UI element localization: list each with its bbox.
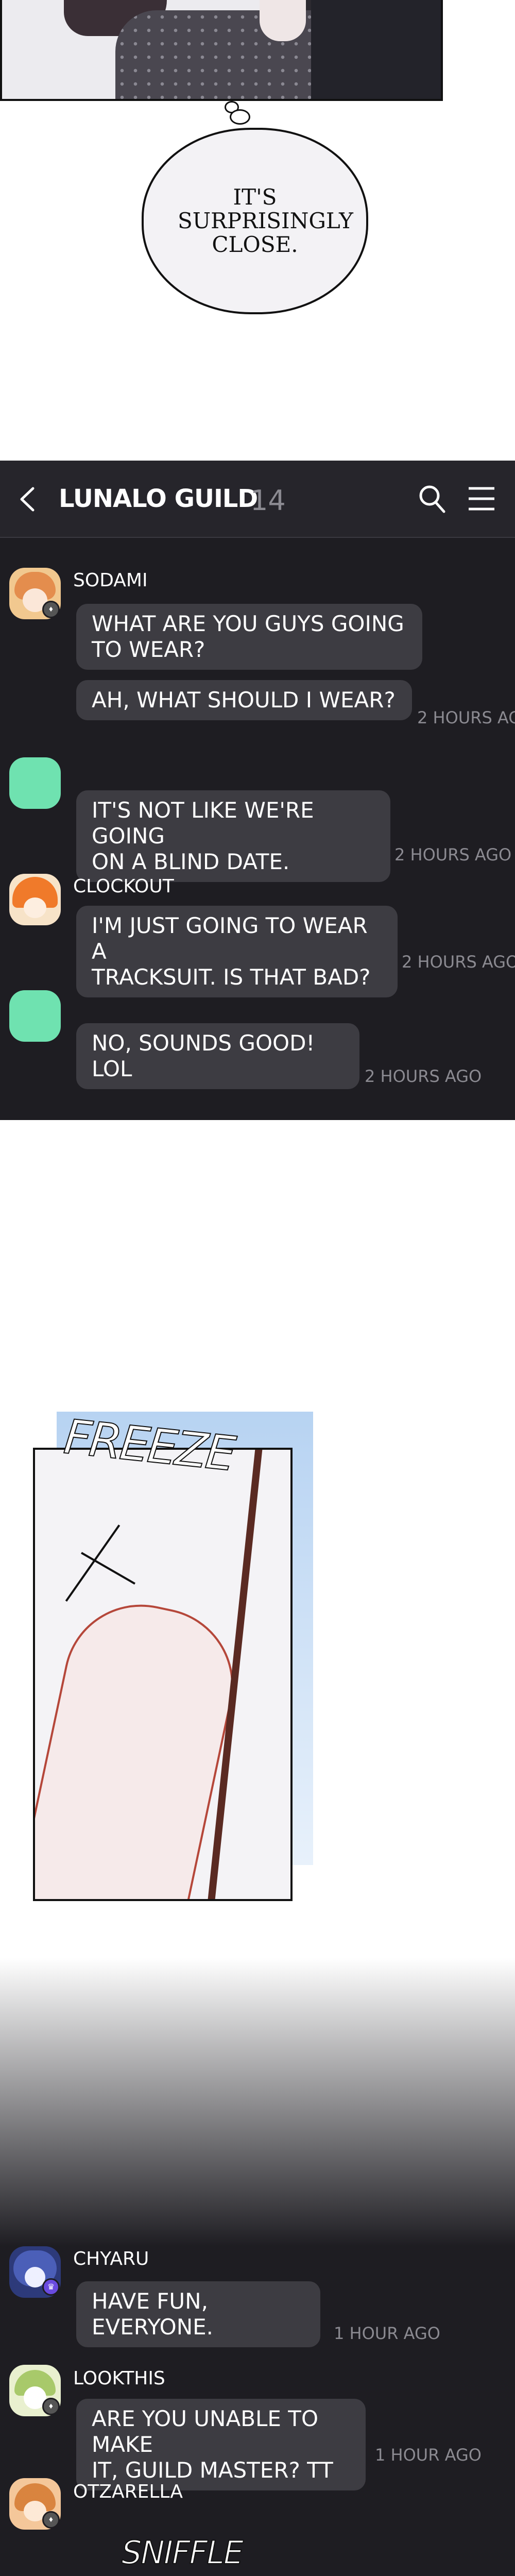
username-label: LOOKTHIS [73,2368,165,2389]
hamburger-menu-icon[interactable] [468,485,495,512]
username-label: SODAMI [73,570,148,591]
chat-bubble: WHAT ARE YOU GUYS GOING TO WEAR? [76,604,422,670]
member-count: 14 [250,484,286,517]
sniffle-sound-effect: SNIFFLE [121,2533,244,2572]
message-timestamp: 2 HOURS AGO [394,845,512,865]
username-label: OTZARELLA [73,2481,183,2502]
chat-bubble: HAVE FUN, EVERYONE. [76,2281,320,2347]
clockout-avatar[interactable] [9,874,61,925]
chat-bubble: IT'S NOT LIKE WE'RE GOING ON A BLIND DAT… [76,790,390,882]
message-timestamp: 2 HOURS AGO [402,952,515,972]
message-timestamp: 2 HOURS AGO [365,1066,482,1086]
thought-text: IT'S SURPRISINGLY CLOSE. [178,184,353,257]
chat-header: LUNALO GUILD 14 [0,461,515,538]
member-rank-badge-icon: ♦ [42,601,60,618]
thought-bubble-dot [230,109,250,125]
comic-panel-finger [33,1448,293,1901]
chat-bubble: ARE YOU UNABLE TO MAKE IT, GUILD MASTER?… [76,2399,366,2490]
chat-bubble: NO, SOUNDS GOOD! LOL [76,1023,359,1089]
thought-bubble: IT'S SURPRISINGLY CLOSE. [142,128,368,314]
member-rank-badge-icon: ♦ [42,2511,60,2529]
search-icon[interactable] [418,483,446,514]
placeholder-avatar[interactable] [9,757,61,809]
message-timestamp: 1 HOUR AGO [334,2324,440,2343]
member-rank-badge-icon: ♦ [42,2398,60,2415]
chat-bubble: AH, WHAT SHOULD I WEAR? [76,680,412,720]
message-timestamp: 1 HOUR AGO [375,2445,482,2465]
guild-title: LUNALO GUILD [59,484,258,513]
comic-panel-sleeping [0,0,443,101]
message-timestamp: 2 HOURS AGO [417,708,515,727]
guild-master-badge-icon: ♛ [42,2278,60,2296]
motion-line [65,1524,121,1602]
guild-chat-screen: LUNALO GUILD 14 ♦ SODAMI WHAT ARE YOU GU… [0,461,515,1120]
dark-background [311,0,441,99]
placeholder-avatar[interactable] [9,990,61,1042]
chevron-left-icon[interactable] [18,486,38,512]
username-label: CHYARU [73,2248,149,2269]
chat-bubble: I'M JUST GOING TO WEAR A TRACKSUIT. IS T… [76,906,398,997]
username-label: CLOCKOUT [73,876,174,897]
guild-chat-screen-continued: ♛ CHYARU HAVE FUN, EVERYONE. 1 HOUR AGO … [0,2246,515,2576]
hand-illustration [260,0,306,41]
gradient-transition [0,1958,515,2246]
